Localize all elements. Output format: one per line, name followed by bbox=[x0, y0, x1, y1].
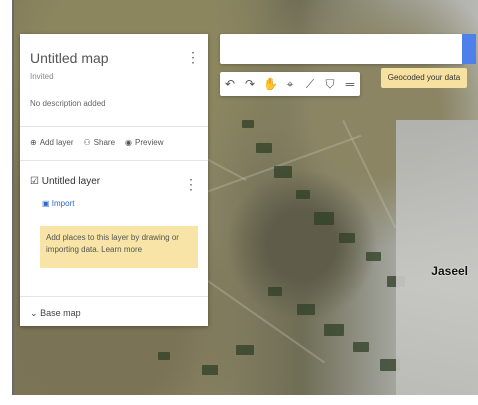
map-field bbox=[314, 212, 334, 225]
panel-divider bbox=[20, 296, 208, 297]
ruler-icon[interactable]: ═ bbox=[343, 77, 357, 91]
base-map-toggle[interactable]: ⌄ Base map bbox=[30, 308, 81, 319]
add-layer-label: Add layer bbox=[39, 138, 74, 147]
hand-icon[interactable]: ✋ bbox=[263, 77, 278, 91]
map-field bbox=[353, 342, 369, 352]
map-subtitle: Invited bbox=[30, 72, 54, 81]
search-button[interactable] bbox=[462, 34, 476, 64]
map-field bbox=[256, 143, 272, 153]
preview-action[interactable]: ◉ Preview bbox=[125, 138, 163, 147]
map-city-label: Jaseel bbox=[431, 264, 468, 278]
map-field bbox=[339, 233, 355, 243]
city-area bbox=[396, 120, 478, 395]
map-field bbox=[366, 252, 381, 261]
add-layer-icon: ⊕ bbox=[30, 138, 37, 147]
map-field bbox=[296, 190, 310, 199]
import-icon: ▣ bbox=[42, 199, 50, 208]
filter-icon[interactable]: ⛉ bbox=[323, 77, 337, 92]
base-map-label: Base map bbox=[40, 308, 81, 318]
import-link[interactable]: ▣ Import bbox=[42, 199, 74, 208]
share-icon: ⚇ bbox=[83, 138, 91, 147]
layer-name[interactable]: Untitled layer bbox=[42, 176, 100, 187]
map-field bbox=[236, 345, 254, 355]
layer-more-icon[interactable]: ⋮ bbox=[184, 176, 198, 193]
preview-icon: ◉ bbox=[125, 138, 133, 147]
marker-icon[interactable]: ⌖ bbox=[283, 77, 297, 92]
line-icon[interactable]: ⟋ bbox=[303, 77, 317, 92]
map-description[interactable]: No description added bbox=[30, 99, 106, 108]
layer-row[interactable]: ☑ Untitled layer bbox=[30, 176, 100, 187]
map-field bbox=[324, 324, 344, 336]
map-search-input[interactable] bbox=[220, 34, 464, 64]
map-title[interactable]: Untitled map bbox=[30, 50, 109, 66]
map-field bbox=[202, 365, 218, 375]
panel-divider bbox=[20, 160, 208, 161]
more-options-icon[interactable]: ⋮ bbox=[186, 49, 200, 66]
share-action[interactable]: ⚇ Share bbox=[84, 138, 116, 147]
add-layer-action[interactable]: ⊕ Add layer bbox=[30, 138, 74, 147]
map-field bbox=[274, 166, 292, 178]
layer-check-icon: ☑ bbox=[30, 176, 39, 187]
redo-icon[interactable]: ↷ bbox=[243, 77, 257, 91]
panel-actions: ⊕ Add layer ⚇ Share ◉ Preview bbox=[30, 138, 163, 147]
chevron-down-icon: ⌄ bbox=[30, 308, 38, 318]
map-field bbox=[297, 304, 315, 315]
share-label: Share bbox=[93, 138, 116, 147]
map-side-panel: Untitled map Invited No description adde… bbox=[20, 34, 208, 326]
undo-icon[interactable]: ↶ bbox=[223, 77, 237, 91]
preview-label: Preview bbox=[135, 138, 164, 147]
panel-divider bbox=[20, 126, 208, 127]
geocode-chip[interactable]: Geocoded your data bbox=[381, 68, 467, 88]
map-toolbar: ↶ ↷ ✋ ⌖ ⟋ ⛉ ═ bbox=[220, 72, 360, 96]
import-label: Import bbox=[51, 199, 75, 208]
map-field bbox=[158, 352, 170, 360]
map-field bbox=[268, 287, 282, 296]
layer-help-note: Add places to this layer by drawing or i… bbox=[40, 226, 198, 268]
map-field bbox=[242, 120, 254, 128]
